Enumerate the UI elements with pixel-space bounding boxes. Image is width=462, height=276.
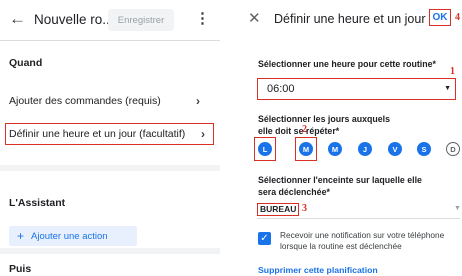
day-toggle-thursday[interactable]: J [358, 142, 372, 156]
add-commands-label: Ajouter des commandes (requis) [9, 95, 161, 107]
annotation-2: 2 [302, 124, 307, 135]
day-toggle-wednesday[interactable]: M [328, 142, 342, 156]
close-icon[interactable]: ✕ [248, 11, 261, 27]
delete-schedule-link[interactable]: Supprimer cette planification [258, 265, 378, 275]
more-options-icon[interactable]: ⋮ [195, 11, 210, 29]
set-time-day-dialog: ✕ Définir une heure et un jour OK 4 Séle… [236, 0, 462, 276]
plus-icon: + [17, 229, 25, 243]
notification-label: Recevoir une notification sur votre télé… [280, 230, 445, 251]
day-toggle-friday[interactable]: V [388, 142, 402, 156]
day-toggle-sunday[interactable]: D [446, 142, 460, 156]
annotation-3: 3 [302, 203, 307, 214]
when-heading: Quand [9, 57, 43, 69]
day-toggle-monday[interactable]: L [258, 142, 272, 156]
then-heading: Puis [9, 263, 32, 275]
days-label: Sélectionner les jours auxquels elle doi… [258, 114, 391, 136]
section-divider [0, 165, 220, 171]
add-action-button[interactable]: + Ajouter une action [9, 226, 137, 246]
chevron-right-icon: › [196, 94, 200, 108]
routine-editor-panel: ← Nouvelle ro... Enregistrer ⋮ Quand Ajo… [0, 0, 220, 276]
page-title: Nouvelle ro... [34, 12, 114, 27]
assistant-heading: L'Assistant [9, 197, 66, 209]
save-button[interactable]: Enregistrer [108, 9, 174, 31]
speaker-label: Sélectionner l'enceinte sur laquelle ell… [258, 175, 422, 197]
speaker-value[interactable]: BUREAU [257, 203, 300, 216]
annotation-1: 1 [450, 66, 455, 77]
ok-button[interactable]: OK [429, 9, 451, 26]
time-label: Sélectionner une heure pour cette routin… [258, 59, 436, 69]
speaker-underline [257, 218, 460, 219]
section-divider [0, 248, 220, 254]
day-toggle-saturday[interactable]: S [417, 142, 431, 156]
time-value: 06:00 [267, 83, 295, 95]
notification-checkbox[interactable]: ✓ [258, 232, 271, 245]
dropdown-arrow-icon[interactable]: ▼ [454, 205, 461, 212]
dialog-title: Définir une heure et un jour [274, 12, 426, 26]
annotation-4: 4 [455, 12, 460, 23]
set-time-day-label: Définir une heure et un jour (facultatif… [9, 128, 186, 140]
time-select[interactable]: 06:00 ▼ [257, 78, 456, 100]
chevron-right-icon: › [201, 127, 205, 141]
back-arrow-icon[interactable]: ← [9, 10, 26, 28]
top-bar: ← Nouvelle ro... Enregistrer ⋮ [0, 0, 220, 41]
day-toggle-tuesday[interactable]: M [299, 142, 313, 156]
dropdown-arrow-icon: ▼ [444, 85, 451, 92]
add-action-label: Ajouter une action [31, 231, 108, 242]
